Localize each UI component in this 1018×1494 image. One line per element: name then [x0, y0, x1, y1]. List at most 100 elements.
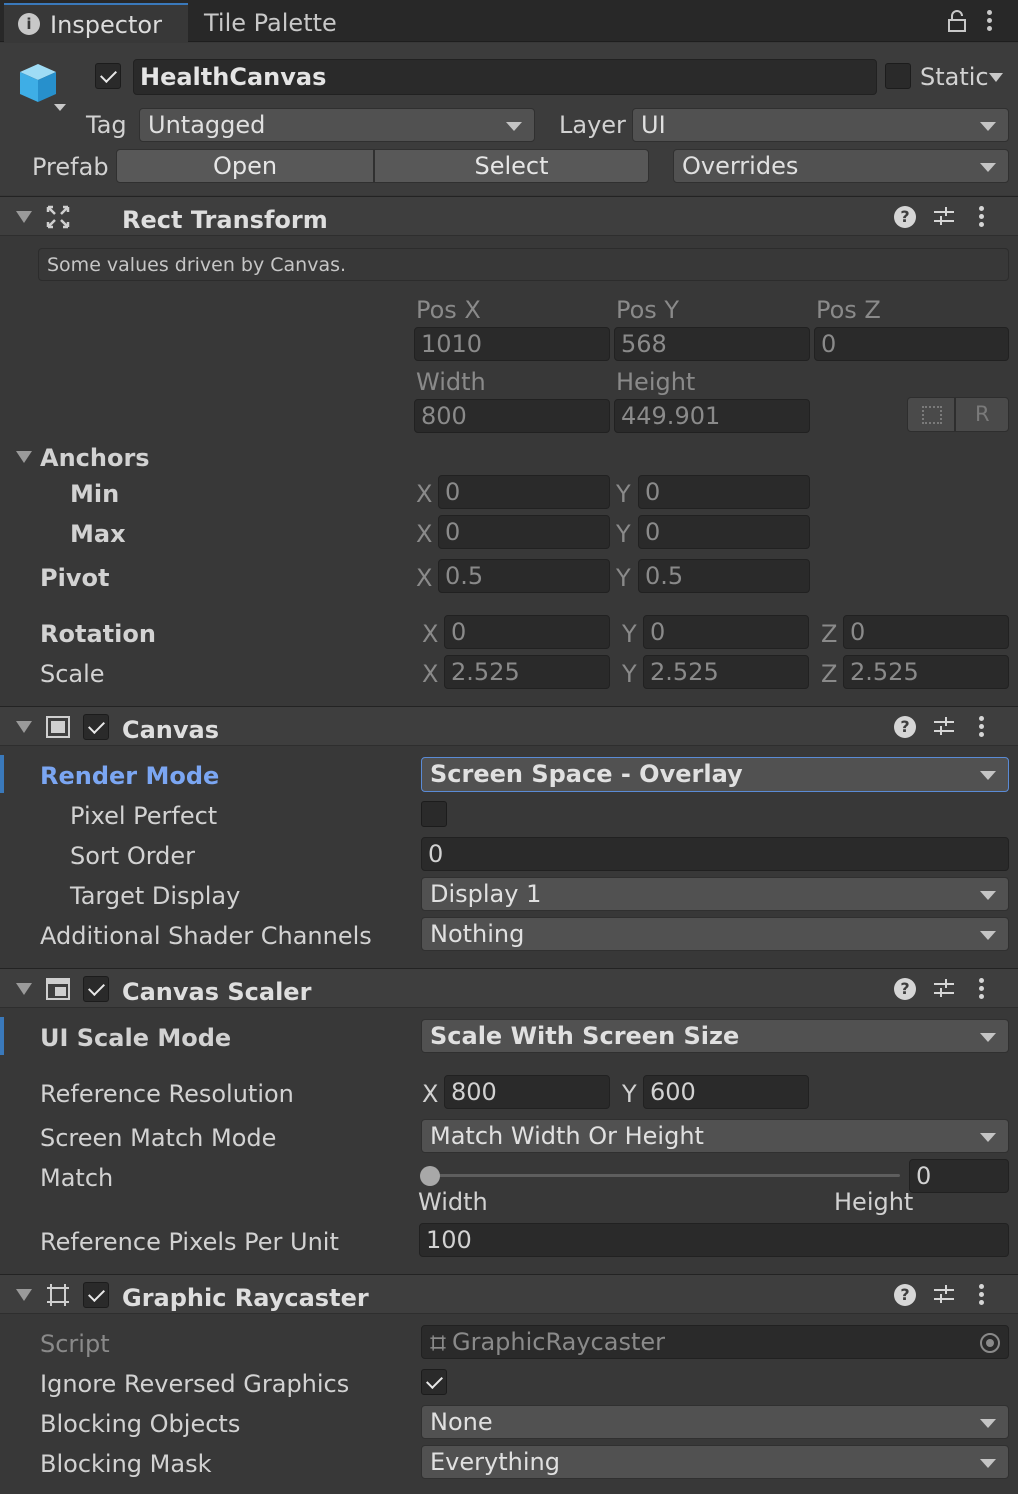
help-icon[interactable]: ?	[894, 1284, 916, 1306]
rotation-z-field[interactable]: 0	[843, 615, 1009, 649]
blocking-mask-dropdown[interactable]: Everything	[421, 1445, 1009, 1479]
anchors-max-label: Max	[70, 520, 126, 548]
canvas-icon	[46, 716, 70, 738]
script-value: GraphicRaycaster	[452, 1328, 665, 1356]
pivot-x-field[interactable]: 0.5	[438, 559, 610, 593]
presets-icon[interactable]	[932, 1283, 956, 1307]
graphic-raycaster-enabled-checkbox[interactable]	[83, 1282, 109, 1308]
pos-z-label: Pos Z	[816, 296, 881, 324]
tag-value: Untagged	[148, 111, 266, 139]
reference-resolution-x-field[interactable]: 800	[444, 1075, 610, 1109]
pos-z-field[interactable]: 0	[814, 327, 1009, 361]
rect-transform-header[interactable]: Rect Transform ?	[0, 196, 1018, 236]
foldout-arrow-icon[interactable]	[16, 1289, 32, 1301]
width-label: Width	[416, 368, 486, 396]
anchors-foldout-arrow-icon[interactable]	[16, 451, 32, 463]
kebab-menu-icon[interactable]	[978, 716, 984, 738]
reference-resolution-y-field[interactable]: 600	[643, 1075, 809, 1109]
match-slider-track[interactable]	[430, 1174, 900, 1177]
chevron-down-icon	[980, 891, 996, 900]
ui-scale-mode-dropdown[interactable]: Scale With Screen Size	[421, 1019, 1009, 1053]
static-label[interactable]: Static	[920, 65, 989, 89]
blocking-objects-dropdown[interactable]: None	[421, 1405, 1009, 1439]
layer-label: Layer	[559, 111, 626, 139]
scale-y-field[interactable]: 2.525	[643, 655, 809, 689]
target-display-dropdown[interactable]: Display 1	[421, 877, 1009, 911]
scale-z-field[interactable]: 2.525	[843, 655, 1009, 689]
screen-match-mode-dropdown[interactable]: Match Width Or Height	[421, 1119, 1009, 1153]
gameobject-active-checkbox[interactable]	[95, 63, 121, 89]
match-slider-thumb[interactable]	[420, 1166, 440, 1186]
scale-y-axis-label: Y	[622, 660, 637, 688]
sort-order-field[interactable]: 0	[421, 837, 1009, 871]
lock-icon[interactable]	[946, 9, 968, 33]
anchors-label[interactable]: Anchors	[40, 446, 150, 470]
ref-pixels-per-unit-field[interactable]: 100	[419, 1223, 1009, 1257]
ignore-reversed-checkbox[interactable]	[421, 1369, 447, 1395]
gameobject-name-input[interactable]: HealthCanvas	[133, 59, 877, 95]
kebab-menu-icon[interactable]	[978, 1284, 984, 1306]
pixel-perfect-checkbox[interactable]	[421, 801, 447, 827]
anchor-min-x-field[interactable]: 0	[438, 475, 610, 509]
pos-y-field[interactable]: 568	[614, 327, 810, 361]
sort-order-label: Sort Order	[70, 842, 196, 870]
blocking-mask-value: Everything	[430, 1448, 560, 1476]
shader-channels-dropdown[interactable]: Nothing	[421, 917, 1009, 951]
render-mode-value: Screen Space - Overlay	[430, 760, 743, 788]
script-field[interactable]: GraphicRaycaster	[421, 1325, 1009, 1359]
pos-x-field[interactable]: 1010	[414, 327, 610, 361]
prefab-overrides-dropdown[interactable]: Overrides	[673, 149, 1009, 183]
screen-match-mode-label: Screen Match Mode	[40, 1124, 277, 1152]
presets-icon[interactable]	[932, 715, 956, 739]
rotation-x-field[interactable]: 0	[444, 615, 610, 649]
anchor-max-y-field[interactable]: 0	[638, 515, 810, 549]
component-header-icons: ?	[894, 976, 1004, 1002]
pixel-perfect-label: Pixel Perfect	[70, 802, 218, 830]
layer-dropdown[interactable]: UI	[632, 108, 1009, 142]
graphic-raycaster-header[interactable]: Graphic Raycaster ?	[0, 1274, 1018, 1314]
blueprint-mode-button[interactable]	[907, 397, 955, 432]
presets-icon[interactable]	[932, 977, 956, 1001]
static-dropdown-arrow-icon[interactable]	[989, 73, 1003, 82]
tab-inspector-label: Inspector	[50, 11, 162, 39]
height-field[interactable]: 449.901	[614, 399, 810, 433]
scale-x-field[interactable]: 2.525	[444, 655, 610, 689]
max-x-axis-label: X	[416, 520, 433, 548]
rotation-label: Rotation	[40, 620, 156, 648]
anchor-min-y-field[interactable]: 0	[638, 475, 810, 509]
prefab-select-button[interactable]: Select	[374, 149, 649, 183]
canvas-enabled-checkbox[interactable]	[83, 714, 109, 740]
kebab-menu-icon[interactable]	[978, 978, 984, 1000]
pivot-y-field[interactable]: 0.5	[638, 559, 810, 593]
height-label: Height	[616, 368, 696, 396]
help-icon[interactable]: ?	[894, 978, 916, 1000]
canvas-scaler-header[interactable]: Canvas Scaler ?	[0, 968, 1018, 1008]
canvas-scaler-enabled-checkbox[interactable]	[83, 976, 109, 1002]
tab-tile-palette[interactable]: Tile Palette	[188, 3, 348, 41]
tab-menu-kebab-icon[interactable]	[986, 10, 994, 34]
canvas-header[interactable]: Canvas ?	[0, 706, 1018, 746]
pivot-label: Pivot	[40, 564, 110, 592]
prefab-open-button[interactable]: Open	[116, 149, 374, 183]
scale-mode-override-bar	[0, 1017, 4, 1055]
chevron-down-icon	[980, 1459, 996, 1468]
help-icon[interactable]: ?	[894, 716, 916, 738]
tab-inspector[interactable]: i Inspector	[4, 3, 188, 43]
match-value-field[interactable]: 0	[909, 1159, 1009, 1193]
foldout-arrow-icon[interactable]	[16, 211, 32, 223]
kebab-menu-icon[interactable]	[978, 206, 984, 228]
rot-z-axis-label: Z	[821, 620, 838, 648]
tag-label: Tag	[86, 111, 127, 139]
static-checkbox[interactable]	[885, 63, 911, 89]
rotation-y-field[interactable]: 0	[643, 615, 809, 649]
object-picker-icon[interactable]	[980, 1333, 1000, 1353]
foldout-arrow-icon[interactable]	[16, 983, 32, 995]
foldout-arrow-icon[interactable]	[16, 721, 32, 733]
presets-icon[interactable]	[932, 205, 956, 229]
width-field[interactable]: 800	[414, 399, 610, 433]
raw-edit-button[interactable]: R	[955, 397, 1009, 432]
help-icon[interactable]: ?	[894, 206, 916, 228]
anchor-max-x-field[interactable]: 0	[438, 515, 610, 549]
tag-dropdown[interactable]: Untagged	[139, 108, 535, 142]
render-mode-dropdown[interactable]: Screen Space - Overlay	[421, 757, 1009, 792]
